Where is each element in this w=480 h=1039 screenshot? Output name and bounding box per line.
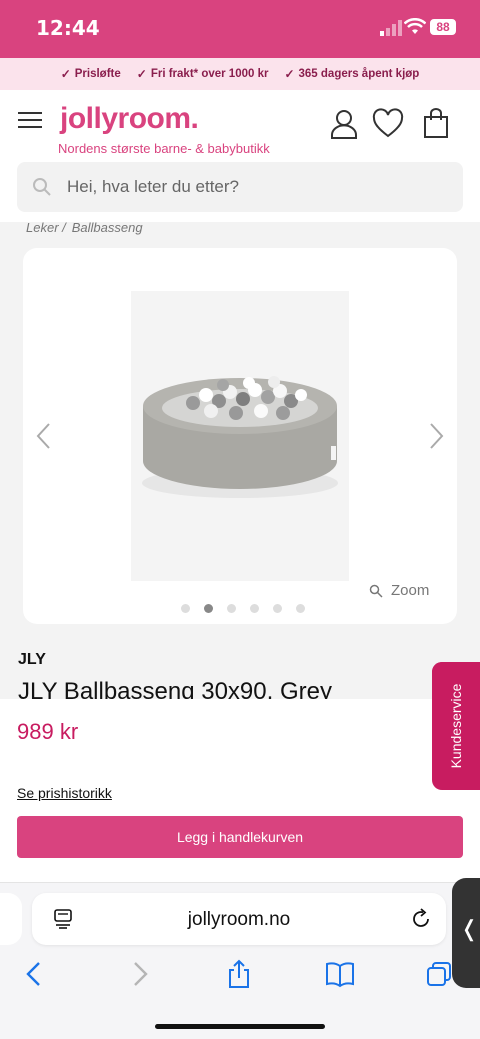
check-icon: ✓ xyxy=(284,67,295,81)
zoom-label: Zoom xyxy=(391,582,430,599)
promo-label: Prisløfte xyxy=(74,68,121,80)
gallery-dot[interactable] xyxy=(296,604,305,613)
browser-toolbar: jollyroom.no ❬ xyxy=(0,878,480,1039)
status-bar: 12:44 88 xyxy=(0,0,480,58)
forward-icon[interactable] xyxy=(124,959,154,989)
menu-icon[interactable] xyxy=(18,112,42,130)
tagline: Nordens største barne- & babybutikk xyxy=(58,141,270,156)
previous-tab-preview[interactable] xyxy=(0,893,22,945)
chevron-right-icon[interactable] xyxy=(427,418,447,454)
product-title: JLY Ballbasseng 30x90, Grey xyxy=(18,678,332,699)
add-to-cart-button[interactable]: Legg i handlekurven xyxy=(17,816,463,858)
ball-pit-image xyxy=(142,376,338,498)
chevron-left-icon[interactable] xyxy=(33,418,53,454)
logo[interactable]: jollyroom. xyxy=(60,102,199,136)
breadcrumb: Leker / Ballbasseng xyxy=(26,220,149,235)
promo-item: ✓ Fri frakt* over 1000 kr xyxy=(137,67,269,81)
zoom-icon xyxy=(369,584,383,598)
back-icon[interactable] xyxy=(20,959,50,989)
search-bar[interactable] xyxy=(17,162,463,212)
gallery-pagination xyxy=(181,604,305,613)
cellular-signal-icon xyxy=(380,20,402,36)
gallery-dot[interactable] xyxy=(250,604,259,613)
reload-icon[interactable] xyxy=(410,908,432,930)
search-input[interactable] xyxy=(67,162,447,212)
zoom-button[interactable]: Zoom xyxy=(369,582,429,599)
customer-service-tab-overlay[interactable]: Kundeservice xyxy=(432,662,480,790)
url-text: jollyroom.no xyxy=(187,909,291,930)
chevron-left-icon: ❬ xyxy=(460,916,479,941)
breadcrumb-current[interactable]: Ballbasseng xyxy=(72,220,143,235)
gallery-dot[interactable] xyxy=(273,604,282,613)
check-icon: ✓ xyxy=(136,67,147,81)
check-icon: ✓ xyxy=(60,67,71,81)
product-gallery: Zoom xyxy=(23,248,457,624)
gallery-dot[interactable] xyxy=(181,604,190,613)
home-indicator xyxy=(155,1024,325,1029)
wifi-icon xyxy=(404,18,426,34)
promo-label: Fri frakt* over 1000 kr xyxy=(150,68,269,80)
shopping-bag-icon[interactable] xyxy=(420,108,452,140)
clock: 12:44 xyxy=(36,16,100,40)
gallery-dot[interactable] xyxy=(227,604,236,613)
purchase-bar: 989 kr Se prishistorikk Legg i handlekur… xyxy=(0,699,480,882)
side-drawer-handle[interactable]: ❬ xyxy=(452,878,480,988)
promo-label: 365 dagers åpent kjøp xyxy=(298,68,420,80)
share-icon[interactable] xyxy=(224,959,254,989)
price-history-link[interactable]: Se prishistorikk xyxy=(17,785,112,801)
product-image[interactable] xyxy=(131,291,349,581)
address-bar[interactable]: jollyroom.no xyxy=(32,893,446,945)
breadcrumb-link-leker[interactable]: Leker / xyxy=(26,220,66,235)
tabs-icon[interactable] xyxy=(424,959,454,989)
promo-bar: ✓ Prisløfte ✓ Fri frakt* over 1000 kr ✓ 365… xyxy=(0,58,480,90)
promo-item: ✓ 365 dagers åpent kjøp xyxy=(284,67,419,81)
gallery-dot-active[interactable] xyxy=(204,604,213,613)
customer-service-label: Kundeservice xyxy=(448,683,464,769)
wishlist-heart-icon[interactable] xyxy=(372,108,404,140)
promo-item: ✓ Prisløfte xyxy=(61,67,121,81)
site-header: jollyroom. Nordens største barne- & baby… xyxy=(0,90,480,222)
account-icon[interactable] xyxy=(328,108,360,140)
product-price: 989 kr xyxy=(17,719,79,744)
search-icon xyxy=(33,178,51,196)
bookmarks-icon[interactable] xyxy=(325,959,355,989)
battery-icon: 88 xyxy=(430,19,456,35)
product-brand[interactable]: JLY xyxy=(18,651,46,669)
